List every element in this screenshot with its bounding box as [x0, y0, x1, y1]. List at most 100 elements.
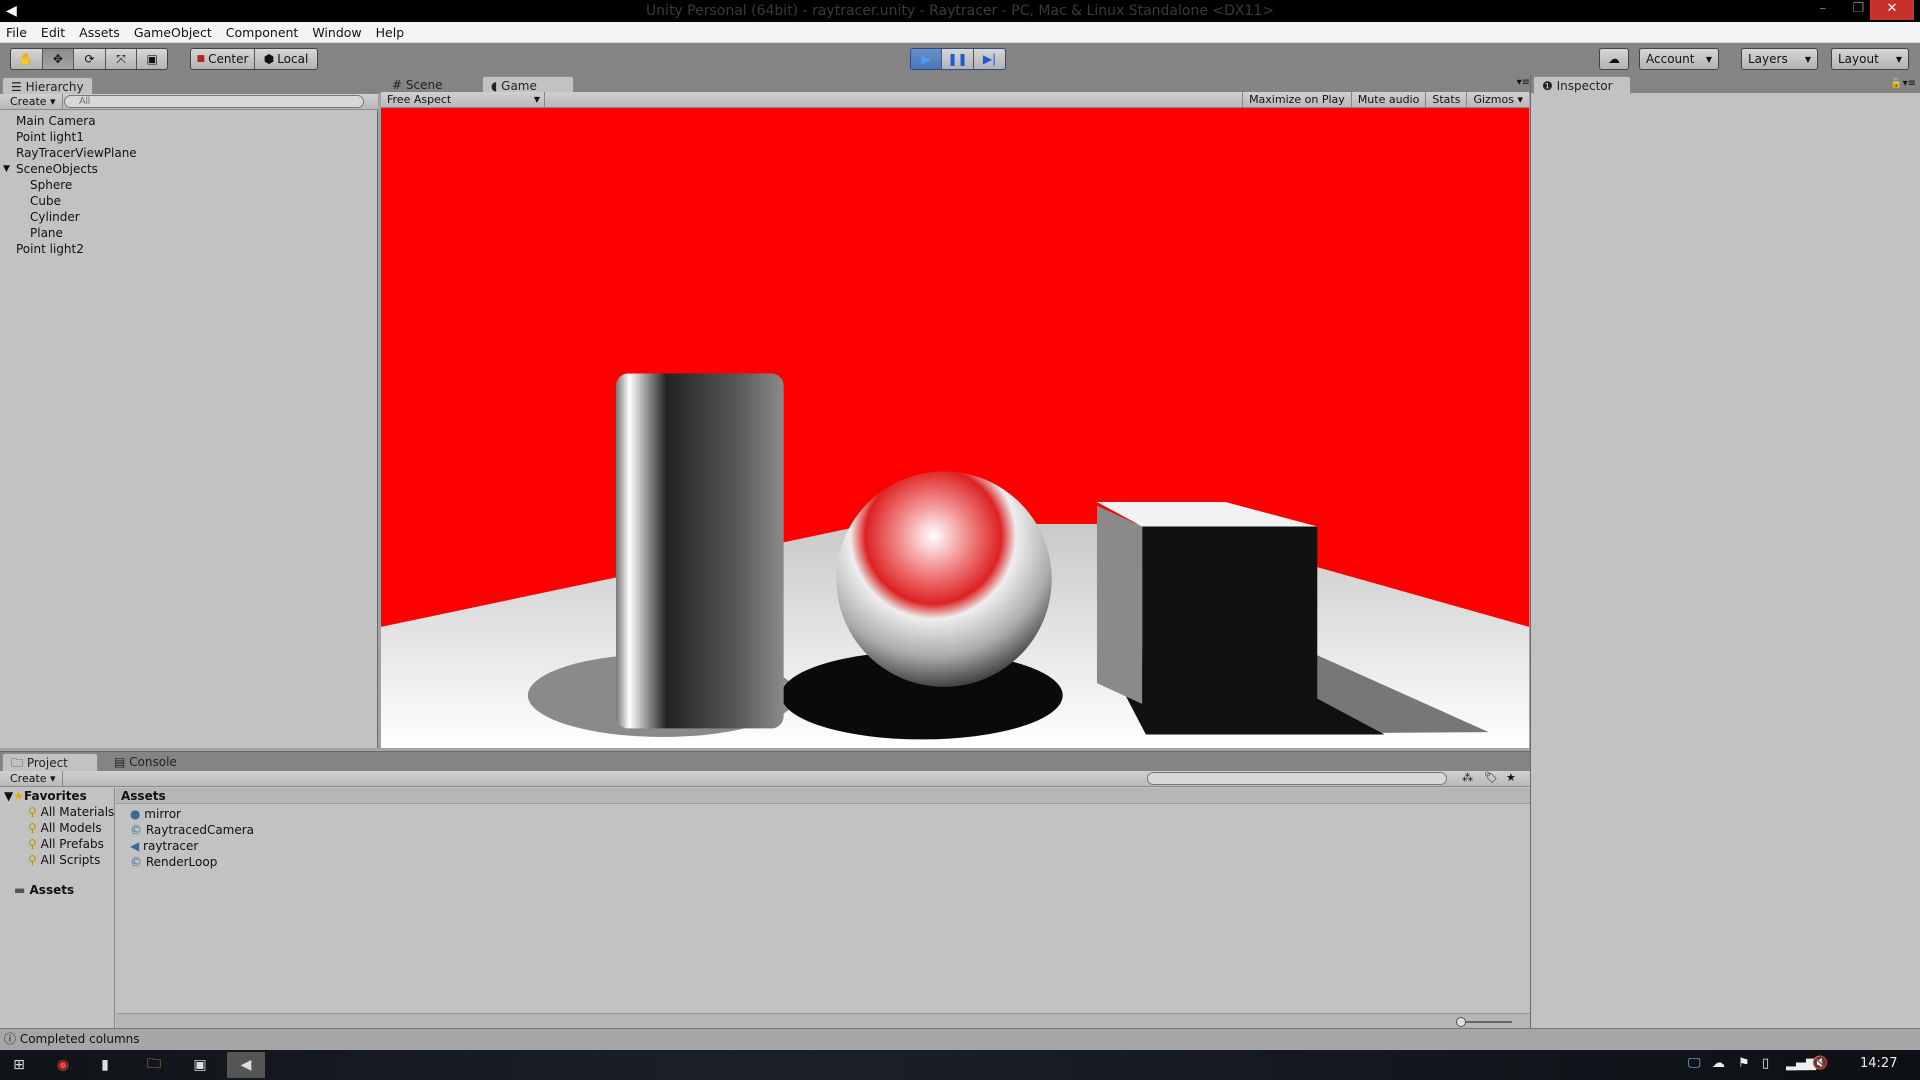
- layers-dropdown[interactable]: Layers ▼: [1742, 49, 1817, 69]
- project-panel: 🗀 Project ▤ Console Create ▾ ⁂ 🏷 ★ ▼★Fav…: [0, 751, 1530, 1029]
- chevron-down-icon: ▼: [1895, 54, 1902, 64]
- raytraced-scene: [381, 108, 1529, 748]
- menu-component[interactable]: Component: [226, 25, 299, 40]
- favorites-group[interactable]: ▼★Favorites: [0, 788, 114, 804]
- maximize-on-play-toggle[interactable]: Maximize on Play: [1242, 92, 1352, 108]
- clock[interactable]: 14:27: [1860, 1056, 1897, 1071]
- favorite-item[interactable]: ⚲ All Scripts: [0, 852, 114, 868]
- taskbar: ⊞ ◉ ▮ 🗀 ▣ ◀ 🖵 ☁ ⚑ ▯ ▂▄▆ 🔇 14:27: [0, 1050, 1920, 1080]
- hierarchy-item[interactable]: Cube: [0, 193, 378, 209]
- folder-icon: 🗀: [11, 756, 27, 770]
- filter-by-type-icon[interactable]: ⁂: [1462, 771, 1473, 784]
- favorite-item[interactable]: ⚲ All Models: [0, 820, 114, 836]
- stats-toggle[interactable]: Stats: [1426, 92, 1468, 108]
- windows-start-icon[interactable]: ⊞: [0, 1052, 38, 1078]
- title-bar: ◀ Unity Personal (64bit) - raytracer.uni…: [0, 0, 1920, 22]
- rect-icon[interactable]: ▣: [137, 49, 167, 69]
- cube-front: [1142, 526, 1318, 704]
- menu-window[interactable]: Window: [312, 25, 361, 40]
- project-create-button[interactable]: Create ▾: [4, 771, 63, 787]
- favorite-item[interactable]: ⚲ All Materials: [0, 804, 114, 820]
- status-bar: ⓘ Completed columns: [0, 1028, 1920, 1050]
- hierarchy-panel: ☰ Hierarchy Create ▾ Main CameraPoint li…: [0, 76, 378, 748]
- aspect-dropdown[interactable]: Free Aspect ▼: [381, 92, 545, 108]
- project-folders: ▼★Favorites ⚲ All Materials ⚲ All Models ⚲…: [0, 788, 115, 1029]
- move-icon[interactable]: ✥: [42, 49, 75, 69]
- panel-menu-icon[interactable]: ▾≡: [1517, 77, 1530, 88]
- app-icon[interactable]: ▮: [86, 1052, 124, 1078]
- volume-muted-icon[interactable]: 🔇: [1812, 1056, 1828, 1071]
- hierarchy-item[interactable]: Point light1: [0, 129, 378, 145]
- maximize-button[interactable]: ❐: [1852, 0, 1864, 20]
- monitor-icon[interactable]: 🖵: [1688, 1056, 1701, 1071]
- hierarchy-item[interactable]: Sphere: [0, 177, 378, 193]
- assets-folder[interactable]: ▬ Assets: [0, 882, 114, 898]
- menu-edit[interactable]: Edit: [41, 25, 65, 40]
- star-icon: ★: [13, 789, 24, 803]
- file-explorer-icon[interactable]: 🗀: [135, 1052, 173, 1078]
- cloud-button[interactable]: ☁: [1600, 49, 1628, 69]
- menu-help[interactable]: Help: [376, 25, 405, 40]
- favorite-item[interactable]: ⚲ All Prefabs: [0, 836, 114, 852]
- flag-icon[interactable]: ⚑: [1738, 1056, 1750, 1071]
- hierarchy-item[interactable]: RayTracerViewPlane: [0, 145, 378, 161]
- hierarchy-item[interactable]: Point light2: [0, 241, 378, 257]
- pause-button[interactable]: ❚❚: [942, 49, 975, 69]
- project-search-input[interactable]: [1147, 772, 1447, 785]
- hand-icon[interactable]: ✋: [11, 49, 43, 69]
- csharp-script-icon: ©: [130, 855, 146, 869]
- tab-console[interactable]: ▤ Console: [106, 753, 185, 771]
- mirror-sphere: [836, 471, 1052, 687]
- chrome-icon[interactable]: ◉: [44, 1052, 82, 1078]
- info-icon: ⓘ: [4, 1032, 20, 1046]
- filter-by-label-icon[interactable]: 🏷: [1484, 771, 1498, 784]
- lock-icon[interactable]: 🔒▾≡: [1890, 78, 1916, 89]
- menu-gameobject[interactable]: GameObject: [134, 25, 212, 40]
- onedrive-icon[interactable]: ☁: [1712, 1056, 1725, 1071]
- asset-item[interactable]: © RenderLoop: [130, 854, 254, 870]
- local-icon: ⬢: [263, 52, 275, 66]
- hierarchy-item[interactable]: Plane: [0, 225, 378, 241]
- grid-icon: #: [392, 78, 406, 92]
- menu-bar: File Edit Assets GameObject Component Wi…: [0, 22, 1920, 43]
- hierarchy-item[interactable]: ▼ SceneObjects: [0, 161, 378, 177]
- pivot-local-button[interactable]: ⬢ Local: [255, 49, 317, 69]
- search-icon: ⚲: [28, 837, 41, 851]
- hierarchy-item[interactable]: Cylinder: [0, 209, 378, 225]
- folder-icon: ▬: [14, 883, 30, 897]
- layout-dropdown[interactable]: Layout ▼: [1832, 49, 1908, 69]
- unity-taskbar-icon[interactable]: ◀: [227, 1052, 265, 1078]
- asset-item[interactable]: © RaytracedCamera: [130, 822, 254, 838]
- tab-project[interactable]: 🗀 Project: [2, 753, 98, 771]
- menu-assets[interactable]: Assets: [79, 25, 120, 40]
- unity-scene-icon: ◀: [130, 839, 144, 853]
- unity-logo-icon: ◀: [6, 3, 17, 19]
- minimize-button[interactable]: –: [1820, 0, 1827, 20]
- step-button[interactable]: ▶|: [974, 49, 1005, 69]
- mute-audio-toggle[interactable]: Mute audio: [1352, 92, 1427, 108]
- favorite-star-icon[interactable]: ★: [1506, 771, 1516, 784]
- tab-inspector[interactable]: ❶ Inspector: [1533, 76, 1631, 94]
- hierarchy-item[interactable]: Main Camera: [0, 113, 378, 129]
- slider-thumb[interactable]: [1456, 1017, 1466, 1027]
- asset-item[interactable]: ◀ raytracer: [130, 838, 254, 854]
- tab-hierarchy[interactable]: ☰ Hierarchy: [2, 77, 93, 95]
- play-button[interactable]: ▶: [911, 49, 943, 69]
- asset-item[interactable]: ● mirror: [130, 806, 254, 822]
- scale-icon[interactable]: ⤧: [106, 49, 138, 69]
- hierarchy-search-input[interactable]: [64, 95, 364, 108]
- battery-icon[interactable]: ▯: [1762, 1056, 1769, 1071]
- menu-file[interactable]: File: [6, 25, 27, 40]
- game-toolbar: Free Aspect ▼ Maximize on Play Mute audio…: [381, 92, 1529, 108]
- hierarchy-create-button[interactable]: Create ▾: [4, 94, 63, 110]
- game-tab-strip: # Scene ◖ Game ▾≡: [378, 75, 1530, 94]
- close-button[interactable]: ✕: [1870, 0, 1914, 20]
- chevron-down-icon: ▼: [533, 95, 540, 104]
- account-dropdown[interactable]: Account ▼: [1640, 49, 1718, 69]
- game-view-render[interactable]: [381, 108, 1529, 748]
- pivot-center-button[interactable]: ■ Center: [191, 49, 255, 69]
- rotate-icon[interactable]: ⟳: [74, 49, 106, 69]
- expand-arrow-icon[interactable]: ▼: [3, 161, 10, 177]
- gizmos-dropdown[interactable]: Gizmos ▾: [1467, 92, 1529, 108]
- app-window-icon[interactable]: ▣: [181, 1052, 219, 1078]
